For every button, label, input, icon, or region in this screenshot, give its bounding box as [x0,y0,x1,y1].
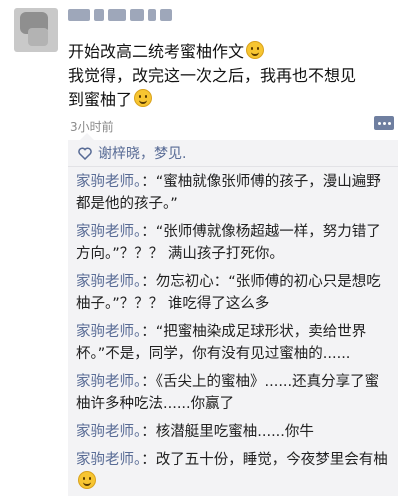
likes-row: 谢梓晓，梦见. [68,140,398,167]
comment-item[interactable]: 家驹老师。：“张师傅就像杨超越一样，努力错了方向。”？？？ 满山孩子打死你。 [76,221,390,265]
username-blurred[interactable] [68,6,172,24]
commenter-name[interactable]: 家驹老师。 [76,374,141,390]
comment-item[interactable]: 家驹老师。：勿忘初心：“张师傅的初心只是想吃柚子。”？？？ 谁吃得了这么多 [76,271,390,315]
smile-emoji-icon [134,89,153,107]
avatar[interactable] [14,8,58,52]
smile-emoji-icon [246,41,265,59]
commenter-name[interactable]: 家驹老师。 [76,424,141,440]
comment-item[interactable]: 家驹老师。：改了五十份，睡觉，今夜梦里会有柚 [76,449,390,494]
comment-menu-icon[interactable] [374,116,394,130]
comment-item[interactable]: 家驹老师。：“蜜柚就像张师傅的孩子，漫山遍野都是他的孩子。” [76,171,390,215]
likes-comments-panel: 谢梓晓，梦见. 家驹老师。：“蜜柚就像张师傅的孩子，漫山遍野都是他的孩子。” 家… [68,133,398,496]
comment-item[interactable]: 家驹老师。：《舌尖上的蜜柚》......还真分享了蜜柚许多种吃法......你赢… [76,371,390,415]
avatar-blur [28,28,48,46]
commenter-name[interactable]: 家驹老师。 [76,174,141,190]
commenter-name[interactable]: 家驹老师。 [76,452,141,468]
smile-emoji-icon [78,471,96,489]
comment-text: ：核潜艇里吃蜜柚......你牛 [141,424,314,440]
commenter-name[interactable]: 家驹老师。 [76,224,141,240]
commenter-name[interactable]: 家驹老师。 [76,274,141,290]
comment-list: 家驹老师。：“蜜柚就像张师傅的孩子，漫山遍野都是他的孩子。” 家驹老师。：“张师… [68,167,398,494]
comment-text: ：改了五十份，睡觉，今夜梦里会有柚 [141,452,388,468]
comment-item[interactable]: 家驹老师。：“把蜜柚染成足球形状，卖给世界杯。”不是，同学，你有没有见过蜜柚的.… [76,321,390,365]
heart-icon [78,147,92,160]
post-content: 开始改高二统考蜜柚作文 我觉得，改完这一次之后，我再也不想见 到蜜柚了 [68,40,398,112]
post-line: 到蜜柚了 [68,88,398,112]
post-line: 我觉得，改完这一次之后，我再也不想见 [68,66,357,85]
post-line: 开始改高二统考蜜柚作文 [68,40,398,64]
comment-item[interactable]: 家驹老师。：核潜艇里吃蜜柚......你牛 [76,421,390,443]
commenter-name[interactable]: 家驹老师。 [76,324,141,340]
likes-names[interactable]: 谢梓晓，梦见. [98,143,186,163]
